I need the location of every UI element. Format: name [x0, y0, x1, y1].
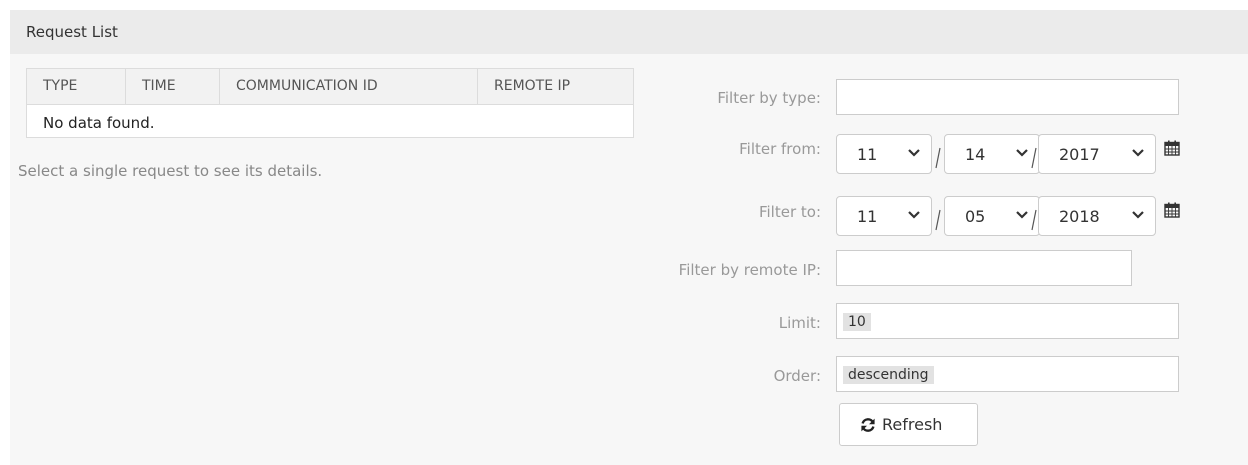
filter-to-year-value: 2018	[1059, 207, 1100, 226]
request-list-panel: Request List TYPE TIME COMMUNICATION ID …	[10, 10, 1248, 465]
filter-to-day-value: 05	[965, 207, 986, 226]
filter-to-day-select[interactable]: 05	[944, 196, 1040, 236]
chevron-down-icon	[1016, 211, 1028, 219]
table-header: TYPE TIME COMMUNICATION ID REMOTE IP	[27, 69, 633, 105]
filter-to-year-select[interactable]: 2018	[1038, 196, 1156, 236]
filter-from-month-select[interactable]: 11	[836, 134, 932, 174]
filter-to-label: Filter to:	[758, 203, 821, 221]
column-header-time[interactable]: TIME	[125, 69, 219, 104]
filter-from-month-value: 11	[857, 145, 878, 164]
column-header-communication-id[interactable]: COMMUNICATION ID	[219, 69, 477, 104]
filter-from-year-select[interactable]: 2017	[1038, 134, 1156, 174]
chevron-down-icon	[1132, 149, 1144, 157]
filter-remote-ip-label: Filter by remote IP:	[678, 261, 821, 279]
chevron-down-icon	[1016, 149, 1028, 157]
limit-value-tag: 10	[843, 313, 871, 331]
order-field[interactable]: descending	[836, 356, 1179, 392]
refresh-icon	[861, 418, 875, 432]
column-header-remote-ip[interactable]: REMOTE IP	[477, 69, 633, 104]
panel-title: Request List	[26, 23, 118, 41]
filter-type-input[interactable]	[836, 79, 1179, 115]
limit-field[interactable]: 10	[836, 303, 1179, 339]
column-header-type[interactable]: TYPE	[27, 69, 125, 104]
limit-label: Limit:	[778, 314, 821, 332]
date-separator	[935, 147, 941, 169]
filter-from-day-select[interactable]: 14	[944, 134, 1040, 174]
calendar-icon[interactable]	[1164, 140, 1180, 156]
chevron-down-icon	[1132, 211, 1144, 219]
request-table: TYPE TIME COMMUNICATION ID REMOTE IP No …	[26, 68, 634, 138]
filter-type-label: Filter by type:	[717, 89, 821, 107]
panel-header: Request List	[10, 10, 1248, 54]
chevron-down-icon	[908, 211, 920, 219]
filter-from-year-value: 2017	[1059, 145, 1100, 164]
chevron-down-icon	[908, 149, 920, 157]
filter-from-label: Filter from:	[739, 140, 821, 158]
refresh-button-label: Refresh	[882, 415, 943, 434]
order-value-tag: descending	[843, 366, 934, 384]
empty-message: No data found.	[43, 114, 155, 132]
details-hint: Select a single request to see its detai…	[18, 162, 323, 180]
calendar-icon[interactable]	[1164, 202, 1180, 218]
filter-remote-ip-input[interactable]	[836, 250, 1132, 286]
refresh-button[interactable]: Refresh	[839, 403, 978, 446]
order-label: Order:	[773, 367, 821, 385]
filter-to-month-value: 11	[857, 207, 878, 226]
date-separator	[935, 209, 941, 231]
filter-from-day-value: 14	[965, 145, 986, 164]
filter-to-month-select[interactable]: 11	[836, 196, 932, 236]
